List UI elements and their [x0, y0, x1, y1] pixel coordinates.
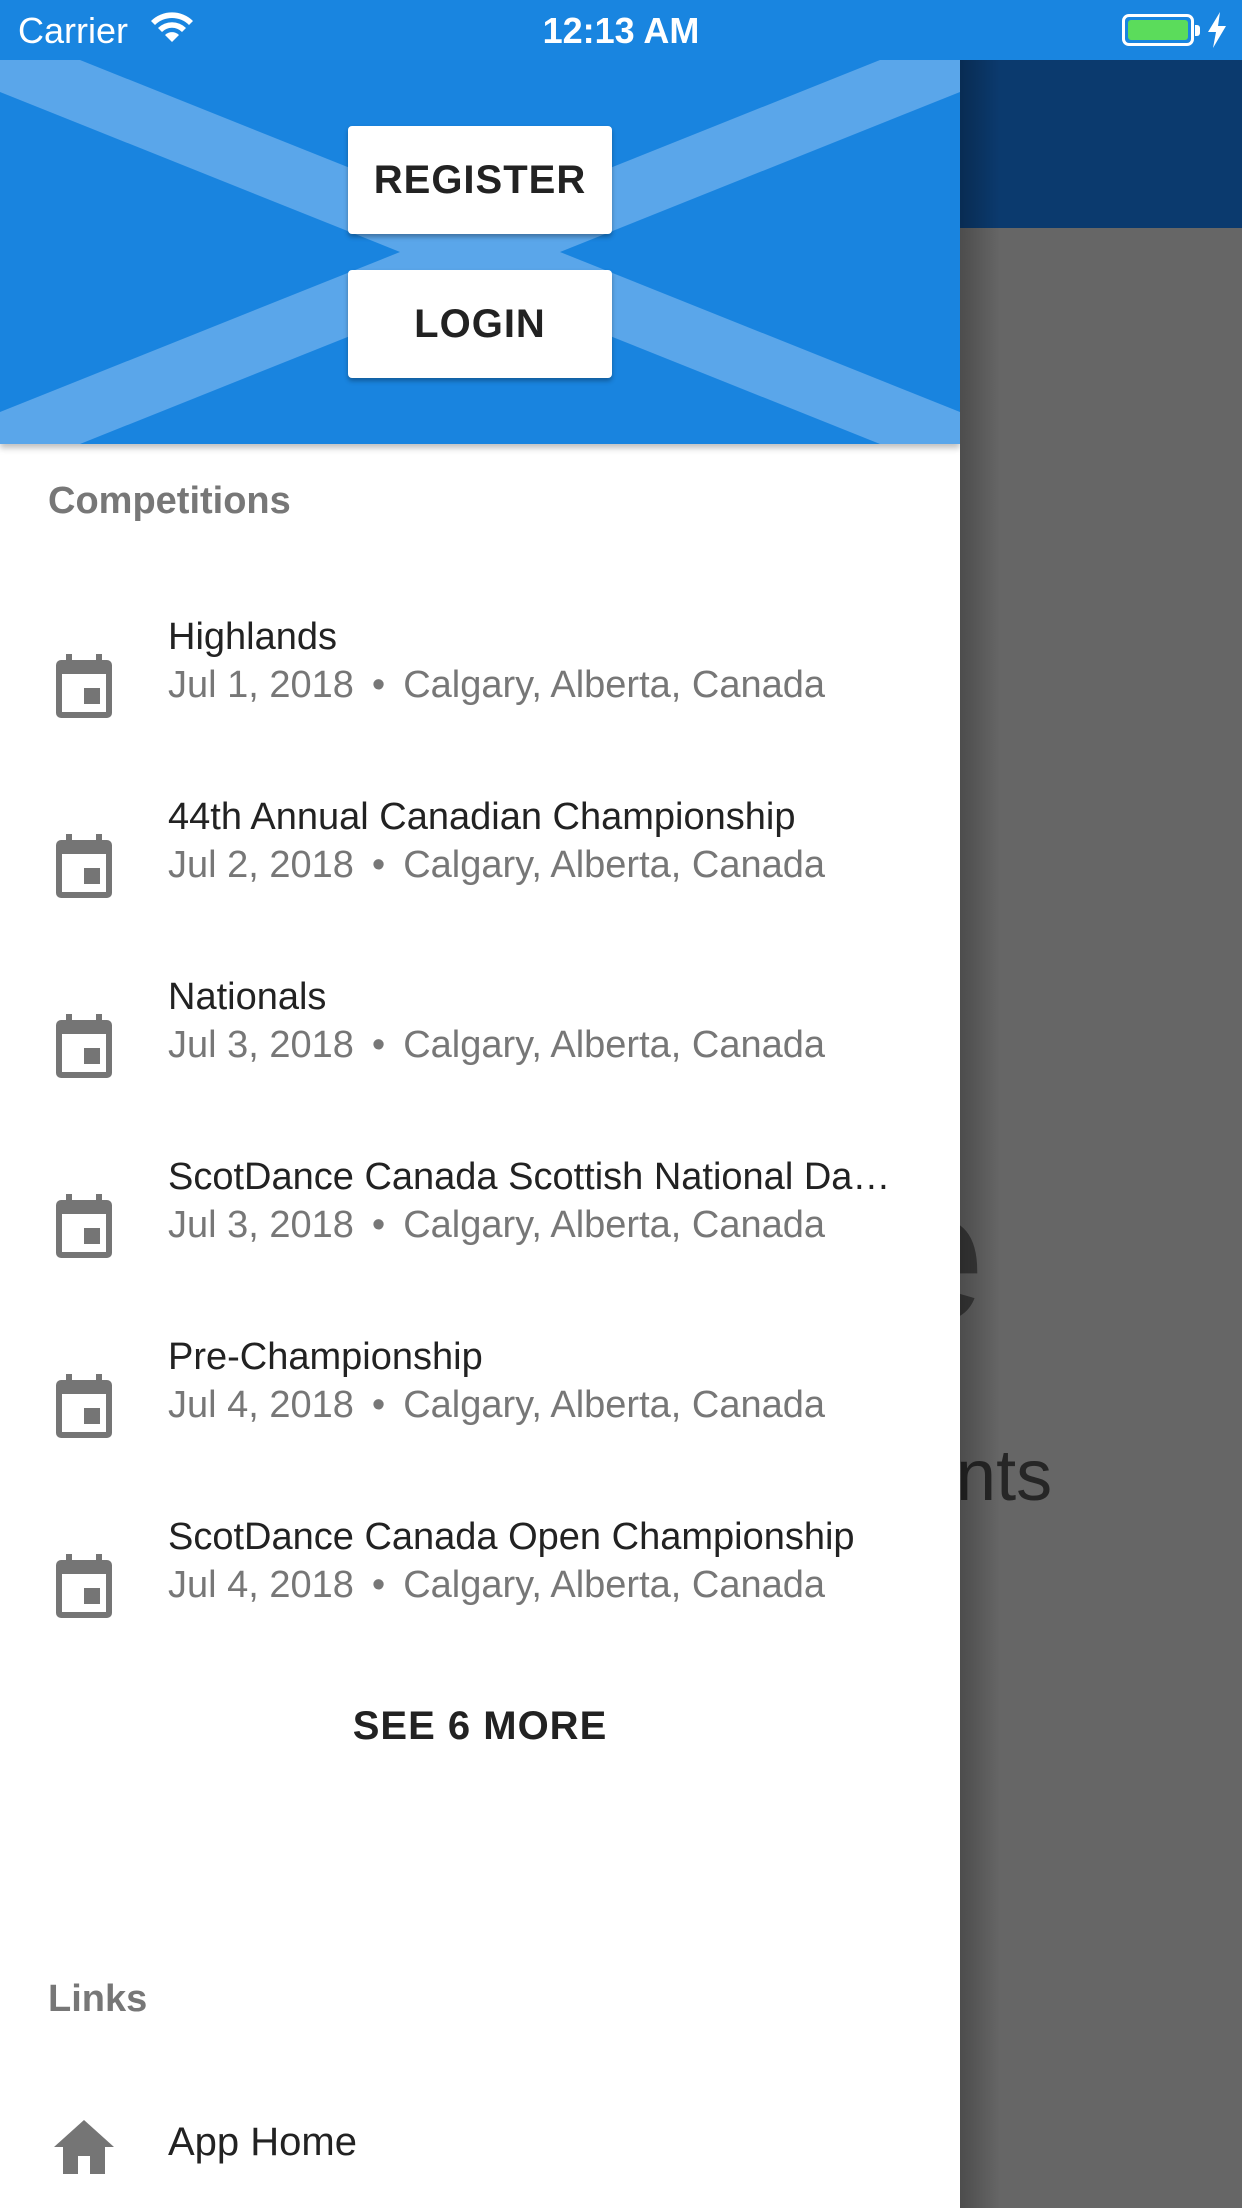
competition-location: Calgary, Alberta, Canada [403, 1384, 826, 1426]
drawer-edge-shadow [960, 60, 1000, 2208]
link-item-app-home[interactable]: App Home [0, 2100, 960, 2200]
competition-location: Calgary, Alberta, Canada [403, 1024, 826, 1066]
drawer-header: REGISTER LOGIN [0, 60, 960, 444]
competition-title: Highlands [168, 616, 337, 658]
login-button[interactable]: LOGIN [348, 270, 612, 378]
competition-location: Calgary, Alberta, Canada [403, 1564, 826, 1606]
competition-title: Pre-Championship [168, 1336, 483, 1378]
separator-dot: • [371, 664, 386, 706]
competition-location: Calgary, Alberta, Canada [403, 844, 826, 886]
calendar-icon [56, 1194, 112, 1258]
competition-location: Calgary, Alberta, Canada [403, 664, 826, 706]
competition-item[interactable]: Nationals Jul 3, 2018 • Calgary, Alberta, … [0, 960, 960, 1140]
competition-subtitle: Jul 3, 2018 • Calgary, Alberta, Canada [168, 1204, 825, 1247]
calendar-icon [56, 1014, 112, 1078]
calendar-icon [56, 654, 112, 718]
competition-subtitle: Jul 2, 2018 • Calgary, Alberta, Canada [168, 844, 825, 887]
competition-item[interactable]: ScotDance Canada Scottish National Dan… … [0, 1140, 960, 1320]
competition-item[interactable]: Pre-Championship Jul 4, 2018 • Calgary, Al… [0, 1320, 960, 1500]
status-time: 12:13 AM [542, 10, 700, 51]
separator-dot: • [371, 1204, 386, 1246]
competition-title: 44th Annual Canadian Championship [168, 796, 796, 838]
competition-date: Jul 1, 2018 [168, 664, 354, 706]
calendar-icon [56, 834, 112, 898]
competition-title: Nationals [168, 976, 327, 1018]
competitions-list: Highlands Jul 1, 2018 • Calgary, Alberta, … [0, 600, 960, 1680]
separator-dot: • [371, 1384, 386, 1426]
competition-date: Jul 3, 2018 [168, 1204, 354, 1246]
competition-subtitle: Jul 4, 2018 • Calgary, Alberta, Canada [168, 1564, 825, 1607]
separator-dot: • [371, 1024, 386, 1066]
competition-item[interactable]: Highlands Jul 1, 2018 • Calgary, Alberta, … [0, 600, 960, 780]
competition-title: ScotDance Canada Open Championship [168, 1516, 855, 1558]
charging-bolt-icon [1208, 12, 1226, 48]
competition-subtitle: Jul 1, 2018 • Calgary, Alberta, Canada [168, 664, 825, 707]
competition-location: Calgary, Alberta, Canada [403, 1204, 826, 1246]
status-bar: Carrier 12:13 AM [0, 0, 1242, 60]
competition-item[interactable]: 44th Annual Canadian Championship Jul 2,… [0, 780, 960, 960]
calendar-icon [56, 1554, 112, 1618]
separator-dot: • [371, 844, 386, 886]
saltire-flag-background [0, 60, 960, 444]
competition-item[interactable]: ScotDance Canada Open Championship Jul 4… [0, 1500, 960, 1680]
competition-subtitle: Jul 3, 2018 • Calgary, Alberta, Canada [168, 1024, 825, 1067]
competition-date: Jul 3, 2018 [168, 1024, 354, 1066]
register-button[interactable]: REGISTER [348, 126, 612, 234]
separator-dot: • [371, 1564, 386, 1606]
battery-icon [1122, 14, 1200, 46]
competition-title: ScotDance Canada Scottish National Dan… [168, 1156, 908, 1198]
calendar-icon [56, 1374, 112, 1438]
competition-date: Jul 4, 2018 [168, 1564, 354, 1606]
link-label: App Home [168, 2120, 357, 2164]
links-section-label: Links [48, 1978, 148, 2020]
competition-date: Jul 4, 2018 [168, 1384, 354, 1426]
see-more-button[interactable]: SEE 6 MORE [0, 1704, 960, 1749]
competitions-section-label: Competitions [48, 480, 291, 522]
competition-date: Jul 2, 2018 [168, 844, 354, 886]
navigation-drawer: REGISTER LOGIN Competitions Highlands Ju… [0, 60, 960, 2208]
competition-subtitle: Jul 4, 2018 • Calgary, Alberta, Canada [168, 1384, 825, 1427]
home-icon [54, 2120, 114, 2174]
